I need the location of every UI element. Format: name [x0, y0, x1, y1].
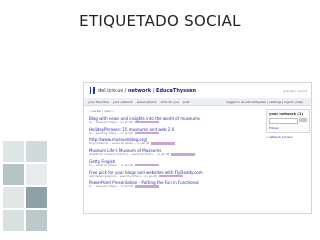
bookmark-meta: web design graphics ... saved by others … [89, 174, 261, 179]
tag-highlight [151, 142, 176, 145]
bookmark-meta: website for museum directory ... saved b… [89, 153, 261, 157]
bookmark-meta: to ... saved by others ... on jan 08 [89, 185, 261, 189]
tag-highlight [158, 174, 183, 177]
bookmark-meta: to ... saved by others ... on jan 08 [89, 163, 261, 168]
account-links[interactable]: logged in as educathyssen | settings | l… [226, 100, 303, 104]
nav-network[interactable]: your network [113, 100, 133, 104]
tag-highlight [134, 121, 159, 124]
network-sidebar: your network (1) Follow » network privac… [266, 106, 310, 191]
bookmark-meta: to ... saved by others ... on jan 08 [89, 131, 261, 136]
deco-square-1 [3, 141, 24, 162]
deco-square-7 [3, 210, 24, 231]
slide-title: ETIQUETADO SOCIAL [79, 12, 241, 30]
add-to-network [269, 118, 307, 124]
delicious-screenshot: del.icio.us / network / EducaThyssen pop… [83, 82, 312, 214]
tag-highlight [134, 131, 159, 135]
deco-square-3 [3, 164, 24, 185]
site-header: del.icio.us / network / EducaThyssen pop… [84, 83, 311, 98]
list-item: http://www.museumblog.org/ blog museums … [89, 137, 261, 146]
nav-links-for-you[interactable]: links for you [161, 100, 179, 104]
nav-post[interactable]: post [183, 100, 189, 104]
bookmark-meta: blog museums ... saved by others ... on … [89, 142, 261, 146]
tag-highlight [134, 185, 159, 188]
deco-square-8 [26, 210, 47, 231]
network-user-input[interactable] [269, 118, 298, 124]
tag-highlight [171, 153, 196, 156]
network-box: your network (1) Follow [266, 109, 310, 133]
site-link[interactable]: del.icio.us [98, 88, 123, 94]
decorative-squares [0, 0, 48, 240]
pager[interactable]: « earlier | later » [89, 109, 261, 113]
user-link[interactable]: EducaThyssen [156, 88, 196, 94]
deco-square-2 [26, 141, 47, 162]
list-item: Getty Fingish to ... saved by others ...… [89, 159, 261, 168]
header-links[interactable]: popular | recent [283, 89, 307, 93]
nav-favorites[interactable]: your favorites [88, 100, 109, 104]
nav-subscriptions[interactable]: subscriptions [137, 100, 157, 104]
deco-square-5 [3, 187, 24, 208]
list-item: Blog with news and insights into the wor… [89, 116, 261, 125]
bookmark-meta: to ... saved by others ... on jan 08 [89, 121, 261, 125]
bookmark-list: « earlier | later » Blog with news and i… [84, 106, 266, 191]
delicious-logo-icon [88, 87, 95, 94]
list-item: Museum Life's Museum of Museums website … [89, 148, 261, 157]
list-item: PowerPoint Presentation - Putting the Fu… [89, 180, 261, 189]
follow-link[interactable]: Follow [269, 126, 307, 130]
network-title: your network (1) [269, 112, 304, 116]
deco-square-6 [26, 187, 47, 208]
breadcrumb: del.icio.us / network / EducaThyssen [98, 87, 197, 94]
network-privacy-link[interactable]: » network privacy [266, 135, 310, 139]
tag-highlight [134, 163, 159, 167]
list-item: Free pick for your blogs and websites wi… [89, 170, 261, 179]
nav-bar: your favorites your network subscription… [84, 98, 311, 106]
add-button[interactable] [299, 118, 307, 122]
section-link[interactable]: network [128, 88, 151, 94]
deco-square-4 [26, 164, 47, 185]
list-item: HolidayPhrases: 15 museums and web 2.0 t… [89, 127, 261, 136]
